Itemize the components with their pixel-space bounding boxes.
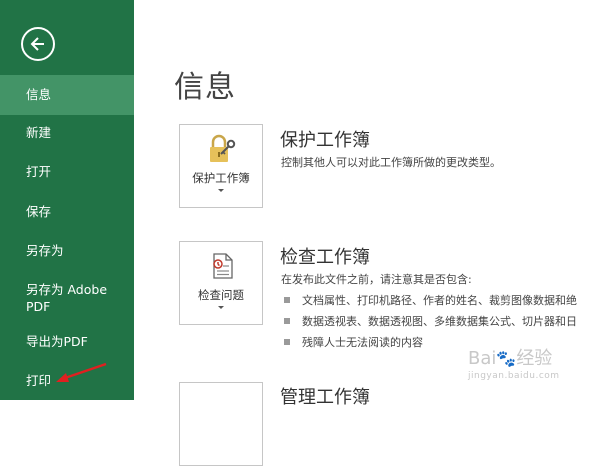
annotation-arrow-icon — [56, 362, 107, 382]
list-item: 数据透视表、数据透视图、多维数据集公式、切片器和日 — [284, 313, 577, 329]
back-button[interactable] — [21, 27, 55, 61]
section-title-inspect: 检查工作簿 — [280, 247, 370, 268]
chevron-down-icon — [218, 189, 224, 192]
page-title: 信息 — [174, 70, 236, 105]
sidebar-item-save-as[interactable]: 另存为 — [0, 242, 134, 259]
sidebar-item-label: 打开 — [26, 164, 52, 179]
watermark-text: Bai — [468, 348, 497, 369]
watermark: Bai🐾经验 jingyan.baidu.com — [468, 344, 559, 381]
sidebar-item-label-line2: PDF — [26, 299, 51, 314]
watermark-text-2: 经验 — [516, 348, 553, 369]
sidebar-item-new[interactable]: 新建 — [0, 124, 134, 141]
section-title-protect: 保护工作簿 — [280, 130, 370, 151]
card-label: 检查问题 — [198, 288, 244, 302]
sidebar-item-save-as-adobe-pdf[interactable]: 另存为 Adobe PDF — [0, 281, 134, 315]
sidebar-item-label: 保存 — [26, 204, 52, 219]
sidebar-item-open[interactable]: 打开 — [0, 163, 134, 180]
card-label: 保护工作簿 — [192, 171, 250, 185]
sidebar-item-label: 另存为 — [26, 243, 64, 258]
section-title-manage: 管理工作簿 — [280, 387, 370, 408]
lock-key-icon — [210, 134, 236, 162]
section-desc-inspect: 在发布此文件之前，请注意其是否包含: — [281, 273, 472, 286]
protect-workbook-button[interactable]: 保护工作簿 — [179, 124, 263, 208]
sidebar-item-label-line1: 另存为 Adobe — [26, 282, 108, 297]
backstage-sidebar: 信息 新建 打开 保存 另存为 另存为 Adobe PDF 导出为PDF 打印 — [0, 0, 134, 400]
watermark-url: jingyan.baidu.com — [468, 371, 560, 381]
document-check-icon — [213, 253, 233, 279]
section-desc-protect: 控制其他人可以对此工作簿所做的更改类型。 — [281, 156, 501, 169]
check-for-issues-button[interactable]: 检查问题 — [179, 241, 263, 325]
paw-icon: 🐾 — [496, 349, 517, 368]
manage-workbook-button[interactable] — [179, 382, 263, 466]
sidebar-item-export-pdf[interactable]: 导出为PDF — [0, 333, 134, 350]
chevron-down-icon — [218, 306, 224, 309]
list-item: 残障人士无法阅读的内容 — [284, 334, 423, 350]
sidebar-item-label: 信息 — [26, 87, 52, 102]
arrow-left-icon — [30, 37, 44, 51]
sidebar-item-label: 新建 — [26, 125, 52, 140]
sidebar-item-label: 导出为PDF — [26, 334, 88, 349]
sidebar-item-save[interactable]: 保存 — [0, 203, 134, 220]
sidebar-item-info[interactable]: 信息 — [0, 75, 134, 115]
list-item: 文档属性、打印机路径、作者的姓名、裁剪图像数据和绝 — [284, 292, 577, 308]
